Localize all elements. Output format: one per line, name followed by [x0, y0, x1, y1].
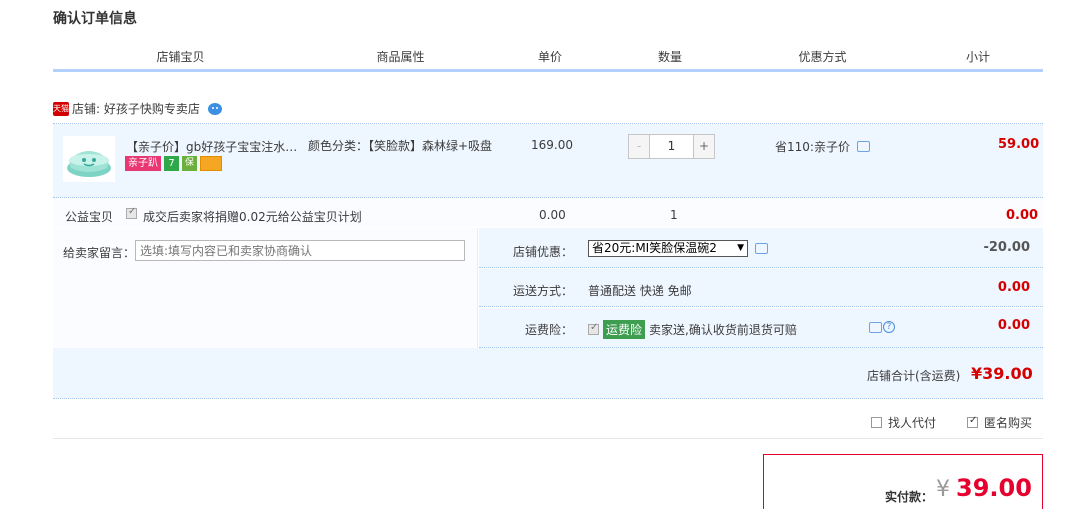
- shop-name[interactable]: 店铺: 好孩子快购专卖店: [72, 100, 200, 117]
- qinzi-party-badge: 亲子趴: [125, 156, 161, 171]
- quantity-input[interactable]: 1: [649, 135, 694, 158]
- shop-total-label: 店铺合计(含运费): [867, 369, 961, 383]
- tmall-icon: 天猫: [53, 101, 69, 116]
- col-unit-price: 单价: [537, 50, 562, 64]
- seven-day-return-icon: 7: [164, 156, 179, 171]
- memo-input[interactable]: [135, 240, 465, 261]
- col-quantity: 数量: [657, 50, 682, 64]
- order-extras: 给卖家留言： 店铺优惠： 省20元:MI笑脸保温碗2 ▼ -20.00 运送方式…: [53, 228, 1043, 399]
- memo-label: 给卖家留言：: [63, 246, 136, 260]
- message-icon[interactable]: [755, 243, 768, 254]
- order-item-box: 【亲子价】gb好孩子宝宝注水保... 亲子趴 7 保 颜色分类：【笑脸款】森林绿…: [53, 123, 1043, 227]
- purchase-options: 找人代付 匿名购买: [53, 399, 1043, 439]
- insurance-text: 卖家送,确认收货前退货可赔: [649, 323, 797, 337]
- help-icon[interactable]: ?: [883, 321, 895, 333]
- insurance-checkbox: [588, 322, 599, 335]
- currency-symbol: ¥: [936, 477, 950, 502]
- memo-area: 给卖家留言：: [53, 228, 478, 348]
- wangwang-chat-icon[interactable]: [207, 102, 223, 116]
- shop-discount-row: 店铺优惠： 省20元:MI笑脸保温碗2 ▼ -20.00: [479, 228, 1043, 268]
- dropdown-arrow-icon: ▼: [737, 243, 744, 253]
- product-attributes: 颜色分类：【笑脸款】森林绿+吸盘: [308, 139, 493, 153]
- quantity-stepper: - 1 +: [628, 134, 715, 159]
- payment-summary: 实付款： ¥ 39.00: [763, 454, 1043, 509]
- payment-label: 实付款：: [885, 490, 934, 504]
- product-badges: 亲子趴 7 保: [125, 156, 222, 171]
- discount-text: 省110:亲子价: [775, 140, 850, 154]
- col-attributes: 商品属性: [376, 50, 425, 64]
- shop-total-row: 店铺合计(含运费) ¥39.00: [53, 348, 1043, 399]
- product-title[interactable]: 【亲子价】gb好孩子宝宝注水保...: [126, 138, 306, 155]
- shop-discount-amount: -20.00: [983, 240, 1030, 255]
- insurance-tag: 运费险: [603, 320, 646, 339]
- payment-total: 39.00: [956, 474, 1032, 502]
- product-thumbnail[interactable]: [63, 136, 115, 182]
- message-icon[interactable]: [856, 141, 870, 152]
- insurance-label: 运费险：: [524, 323, 573, 337]
- shop-discount-select[interactable]: 省20元:MI笑脸保温碗2 ▼: [588, 240, 748, 257]
- charity-checkbox: [126, 206, 137, 219]
- unit-price: 169.00: [531, 138, 573, 152]
- credit-card-icon: [200, 156, 222, 171]
- charity-price: 0.00: [539, 208, 566, 222]
- col-discount: 优惠方式: [798, 50, 847, 64]
- anonymous-label: 匿名购买: [984, 416, 1033, 430]
- shop-total-value: ¥39.00: [971, 364, 1033, 383]
- agent-pay-label: 找人代付: [888, 416, 937, 430]
- anonymous-checkbox[interactable]: [967, 415, 978, 428]
- agent-pay-option[interactable]: 找人代付: [871, 414, 936, 431]
- agent-pay-checkbox[interactable]: [871, 417, 882, 428]
- shipping-value: 普通配送 快递 免邮: [588, 284, 692, 298]
- insurance-row: 运费险： 运费险 卖家送,确认收货前退货可赔 ? 0.00: [479, 308, 1043, 348]
- discount-info: 省110:亲子价: [775, 138, 870, 155]
- shop-discount-label: 店铺优惠：: [512, 245, 573, 259]
- message-icon[interactable]: [869, 321, 882, 333]
- page-title: 确认订单信息: [53, 11, 137, 27]
- charity-label: 公益宝贝: [65, 210, 114, 224]
- column-header-bar: 店铺宝贝 商品属性 单价 数量 优惠方式 小计: [53, 44, 1043, 72]
- guarantee-icon: 保: [182, 156, 197, 171]
- shop-info: 天猫 店铺: 好孩子快购专卖店: [53, 100, 223, 117]
- insurance-amount: 0.00: [997, 318, 1030, 333]
- anonymous-option[interactable]: 匿名购买: [967, 414, 1032, 431]
- charity-subtotal: 0.00: [1006, 208, 1039, 223]
- quantity-decrease-button[interactable]: -: [629, 135, 649, 158]
- charity-qty: 1: [670, 208, 678, 222]
- col-shop-item: 店铺宝贝: [156, 50, 205, 64]
- shipping-row: 运送方式： 普通配送 快递 免邮 0.00: [479, 269, 1043, 307]
- col-subtotal: 小计: [965, 50, 990, 64]
- shipping-label: 运送方式：: [512, 284, 573, 298]
- shipping-amount: 0.00: [997, 280, 1030, 295]
- quantity-increase-button[interactable]: +: [694, 135, 714, 158]
- item-subtotal: 59.00: [998, 137, 1040, 152]
- item-row: 【亲子价】gb好孩子宝宝注水保... 亲子趴 7 保 颜色分类：【笑脸款】森林绿…: [53, 124, 1043, 198]
- charity-text: 成交后卖家将捐赠0.02元给公益宝贝计划: [143, 210, 362, 224]
